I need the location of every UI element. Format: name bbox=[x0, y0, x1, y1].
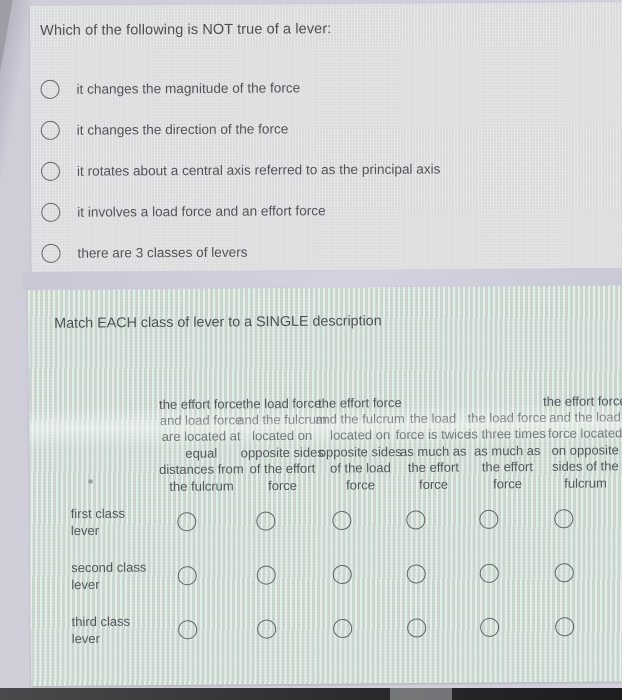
option-label: it changes the magnitude of the force bbox=[76, 80, 301, 97]
table-row: third class lever bbox=[30, 599, 622, 658]
radio-button-icon[interactable] bbox=[257, 619, 277, 639]
device-bezel-highlight bbox=[390, 688, 452, 700]
option-row[interactable]: it changes the direction of the force bbox=[40, 107, 601, 151]
radio-button-icon[interactable] bbox=[479, 563, 499, 583]
column-header: the load force is three times as much as… bbox=[467, 409, 547, 491]
radio-button-icon[interactable] bbox=[406, 564, 426, 584]
radio-button-icon[interactable] bbox=[332, 510, 352, 531]
radio-button-icon[interactable] bbox=[177, 566, 197, 586]
radio-button-icon[interactable] bbox=[554, 563, 574, 583]
column-header: the load force is twice as much as the e… bbox=[395, 410, 471, 492]
radio-button-icon[interactable] bbox=[555, 617, 575, 637]
radio-button-icon[interactable] bbox=[333, 618, 353, 639]
option-row[interactable]: it changes the magnitude of the force bbox=[40, 66, 600, 110]
radio-button-icon[interactable] bbox=[178, 620, 198, 640]
radio-button-icon[interactable] bbox=[332, 564, 352, 585]
option-row[interactable]: there are 3 classes of levers bbox=[41, 230, 601, 274]
radio-button-icon[interactable] bbox=[406, 510, 426, 530]
question-title: Which of the following is NOT true of a … bbox=[40, 21, 332, 39]
row-label: first class lever bbox=[70, 505, 125, 538]
column-header: the effort force and load force are loca… bbox=[159, 395, 244, 494]
radio-button-icon[interactable] bbox=[41, 243, 61, 263]
table-row: first class lever bbox=[30, 491, 622, 550]
radio-button-icon[interactable] bbox=[554, 509, 574, 529]
option-row[interactable]: it involves a load force and an effort f… bbox=[41, 189, 601, 233]
radio-button-icon[interactable] bbox=[41, 202, 61, 222]
option-label: there are 3 classes of levers bbox=[77, 244, 248, 261]
option-label: it changes the direction of the force bbox=[76, 121, 289, 138]
radio-button-icon[interactable] bbox=[407, 618, 427, 638]
radio-button-icon[interactable] bbox=[40, 79, 60, 99]
option-label: it involves a load force and an effort f… bbox=[77, 203, 326, 220]
column-header: the effort force and the load force loca… bbox=[543, 392, 622, 491]
question-card: Which of the following is NOT true of a … bbox=[30, 2, 622, 274]
column-header: the effort force and the fulcrum located… bbox=[315, 394, 405, 493]
matching-grid: the effort force and load force are loca… bbox=[28, 343, 622, 658]
radio-button-icon[interactable] bbox=[40, 161, 61, 181]
option-label: it rotates about a central axis referred… bbox=[76, 161, 441, 179]
matching-grid-header: the effort force and load force are loca… bbox=[28, 343, 622, 496]
radio-button-icon[interactable] bbox=[177, 512, 197, 532]
row-label: third class lever bbox=[71, 613, 131, 646]
matching-question-title: Match EACH class of lever to a SINGLE de… bbox=[54, 313, 382, 332]
radio-button-icon[interactable] bbox=[480, 617, 500, 637]
device-bezel bbox=[0, 688, 622, 700]
option-list: it changes the magnitude of the force it… bbox=[40, 66, 601, 274]
radio-button-icon[interactable] bbox=[40, 120, 60, 140]
radio-button-icon[interactable] bbox=[479, 509, 499, 529]
row-label: second class lever bbox=[71, 559, 147, 592]
matching-question-card: Match EACH class of lever to a SINGLE de… bbox=[28, 285, 622, 686]
radio-button-icon[interactable] bbox=[256, 565, 276, 585]
radio-button-icon[interactable] bbox=[256, 511, 276, 531]
table-row: second class lever bbox=[30, 545, 622, 604]
option-row[interactable]: it rotates about a central axis referred… bbox=[40, 148, 601, 192]
